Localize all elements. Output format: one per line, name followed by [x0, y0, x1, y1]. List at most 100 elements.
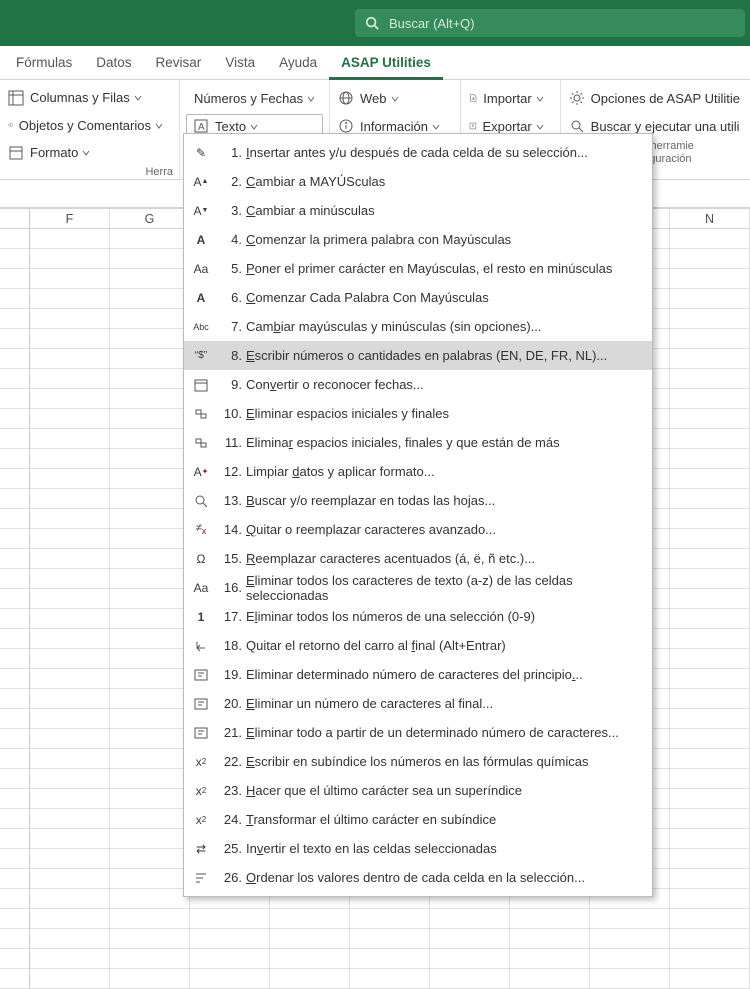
btn-label: Columnas y Filas — [30, 90, 130, 105]
menu-item-10[interactable]: 10.Eliminar espacios iniciales y finales — [184, 399, 652, 428]
menu-item-icon: A▼ — [192, 202, 210, 220]
chevron-down-icon — [82, 145, 96, 160]
menu-item-24[interactable]: x224.Transformar el último carácter en s… — [184, 805, 652, 834]
btn-label: Objetos y Comentarios — [19, 118, 151, 133]
col-header[interactable]: N — [670, 209, 750, 228]
tab-vista[interactable]: Vista — [213, 46, 267, 80]
search-icon — [569, 118, 585, 134]
menu-item-25[interactable]: ⇄25.Invertir el texto en las celdas sele… — [184, 834, 652, 863]
menu-item-11[interactable]: 11.Eliminar espacios iniciales, finales … — [184, 428, 652, 457]
chevron-down-icon — [391, 91, 405, 106]
menu-item-label: Eliminar un número de caracteres al fina… — [246, 696, 642, 711]
menu-item-23[interactable]: x223.Hacer que el último carácter sea un… — [184, 776, 652, 805]
menu-item-18[interactable]: 18.Quitar el retorno del carro al final … — [184, 631, 652, 660]
menu-item-2[interactable]: A▲2.Cambiar a MAYÚSculas — [184, 167, 652, 196]
title-bar: Buscar (Alt+Q) — [0, 0, 750, 46]
chevron-down-icon — [536, 119, 550, 134]
menu-item-number: 23. — [220, 783, 242, 798]
menu-item-14[interactable]: ≠x14.Quitar o reemplazar caracteres avan… — [184, 515, 652, 544]
btn-importar[interactable]: Importar — [463, 84, 558, 112]
texto-dropdown-menu: ✎ 1. Insertar antes y/u después de cada ce… — [183, 133, 653, 897]
menu-item-number: 8. — [220, 348, 242, 363]
menu-item-label: Escribir en subíndice los números en las… — [246, 754, 642, 769]
btn-numeros-fechas[interactable]: Números y Fechas — [182, 84, 327, 112]
menu-item-3[interactable]: A▼3.Cambiar a minúsculas — [184, 196, 652, 225]
col-header[interactable]: G — [110, 209, 190, 228]
menu-item-icon: ✎ — [192, 144, 210, 162]
svg-text:A: A — [198, 122, 205, 133]
menu-item-label: Transformar el último carácter en subínd… — [246, 812, 642, 827]
menu-item-19[interactable]: 19.Eliminar determinado número de caract… — [184, 660, 652, 689]
tab-ayuda[interactable]: Ayuda — [267, 46, 329, 80]
select-all-corner[interactable] — [0, 209, 30, 228]
btn-columnas-filas[interactable]: Columnas y Filas — [2, 84, 177, 111]
menu-item-5[interactable]: Aa5.Poner el primer carácter en Mayúscul… — [184, 254, 652, 283]
menu-item-9[interactable]: 9.Convertir o reconocer fechas... — [184, 370, 652, 399]
menu-item-20[interactable]: 20.Eliminar un número de caracteres al f… — [184, 689, 652, 718]
menu-item-icon — [192, 724, 210, 742]
menu-item-label: Quitar o reemplazar caracteres avanzado.… — [246, 522, 642, 537]
btn-label: Web — [360, 91, 387, 106]
menu-item-icon: Ω — [192, 550, 210, 568]
menu-item-number: 26. — [220, 870, 242, 885]
chevron-down-icon — [307, 91, 321, 106]
chevron-down-icon — [432, 119, 446, 134]
menu-item-17[interactable]: 117.Eliminar todos los números de una se… — [184, 602, 652, 631]
menu-item-number: 10. — [220, 406, 242, 421]
menu-item-icon — [192, 695, 210, 713]
objects-icon — [8, 117, 13, 133]
btn-web[interactable]: Web — [332, 84, 458, 112]
menu-item-21[interactable]: 21.Eliminar todo a partir de un determin… — [184, 718, 652, 747]
menu-item-label: Convertir o reconocer fechas... — [246, 377, 642, 392]
tab-formulas[interactable]: Fórmulas — [4, 46, 84, 80]
menu-item-number: 24. — [220, 812, 242, 827]
menu-item-22[interactable]: x222.Escribir en subíndice los números e… — [184, 747, 652, 776]
menu-item-label: Eliminar espacios iniciales, finales y q… — [246, 435, 642, 450]
btn-objetos-comentarios[interactable]: Objetos y Comentarios — [2, 111, 177, 138]
menu-item-icon: Abc — [192, 318, 210, 336]
menu-item-number: 25. — [220, 841, 242, 856]
search-box[interactable]: Buscar (Alt+Q) — [355, 9, 745, 37]
menu-item-label: Insertar antes y/u después de cada celda… — [246, 145, 642, 160]
menu-item-icon: A — [192, 231, 210, 249]
menu-item-4[interactable]: A4.Comenzar la primera palabra con Mayús… — [184, 225, 652, 254]
chevron-down-icon — [536, 91, 550, 106]
menu-item-8[interactable]: “$”8.Escribir números o cantidades en pa… — [184, 341, 652, 370]
menu-item-label: Cambiar a MAYÚSculas — [246, 174, 642, 189]
menu-item-label: Eliminar todo a partir de un determinado… — [246, 725, 642, 740]
btn-label: Texto — [215, 119, 246, 134]
search-placeholder: Buscar (Alt+Q) — [389, 16, 475, 31]
menu-item-icon: A — [192, 289, 210, 307]
menu-item-1[interactable]: ✎ 1. Insertar antes y/u después de cada ce… — [184, 138, 652, 167]
chevron-down-icon — [250, 119, 264, 134]
btn-label: Formato — [30, 145, 78, 160]
menu-item-label: Comenzar Cada Palabra Con Mayúsculas — [246, 290, 642, 305]
menu-item-26[interactable]: 26.Ordenar los valores dentro de cada ce… — [184, 863, 652, 892]
tab-datos[interactable]: Datos — [84, 46, 143, 80]
menu-item-number: 12. — [220, 464, 242, 479]
menu-item-number: 19. — [220, 667, 242, 682]
menu-item-6[interactable]: A6.Comenzar Cada Palabra Con Mayúsculas — [184, 283, 652, 312]
menu-item-label: Poner el primer carácter en Mayúsculas, … — [246, 261, 642, 276]
btn-opciones-asap[interactable]: Opciones de ASAP Utilitie — [563, 84, 748, 112]
menu-item-label: Comenzar la primera palabra con Mayúscul… — [246, 232, 642, 247]
col-header[interactable]: F — [30, 209, 110, 228]
tab-asap-utilities[interactable]: ASAP Utilities — [329, 46, 443, 80]
menu-item-number: 15. — [220, 551, 242, 566]
search-icon — [365, 16, 379, 30]
menu-item-number: 1. — [220, 145, 242, 160]
menu-item-label: Buscar y/o reemplazar en todas las hojas… — [246, 493, 642, 508]
tab-revisar[interactable]: Revisar — [144, 46, 214, 80]
menu-item-number: 7. — [220, 319, 242, 334]
menu-item-16[interactable]: Aa16.Eliminar todos los caracteres de te… — [184, 573, 652, 602]
menu-item-12[interactable]: A✦12.Limpiar datos y aplicar formato... — [184, 457, 652, 486]
menu-item-15[interactable]: Ω15.Reemplazar caracteres acentuados (á,… — [184, 544, 652, 573]
menu-item-label: Eliminar todos los caracteres de texto (… — [246, 573, 642, 603]
menu-item-number: 16. — [220, 580, 242, 595]
menu-item-13[interactable]: 13.Buscar y/o reemplazar en todas las ho… — [184, 486, 652, 515]
btn-label: Exportar — [483, 119, 532, 134]
btn-formato[interactable]: Formato — [2, 139, 177, 166]
menu-item-7[interactable]: Abc7.Cambiar mayúsculas y minúsculas (si… — [184, 312, 652, 341]
menu-item-number: 3. — [220, 203, 242, 218]
web-icon — [338, 90, 354, 106]
